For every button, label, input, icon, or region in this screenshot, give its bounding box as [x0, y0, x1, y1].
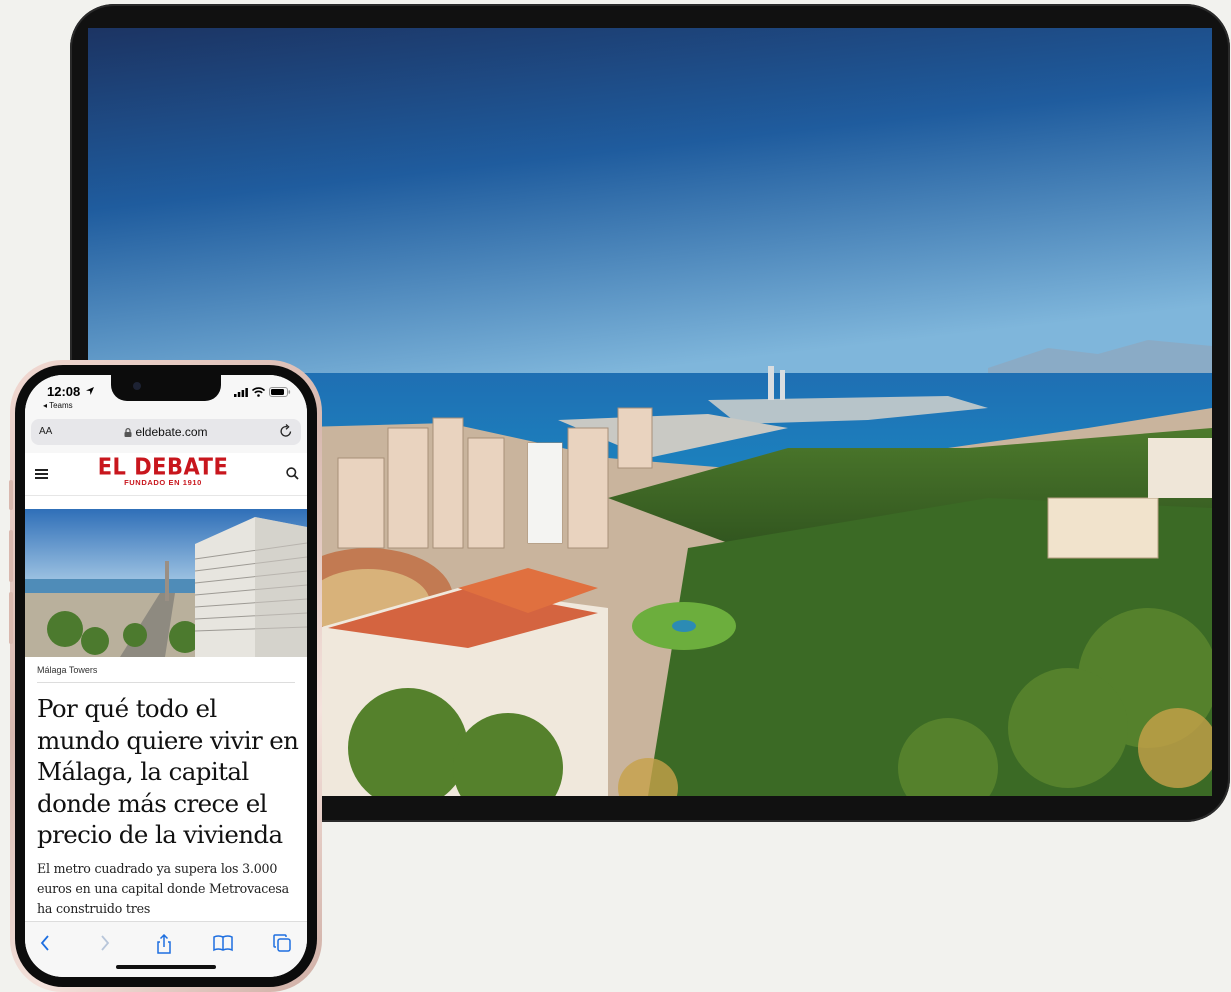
hamburger-menu-icon[interactable]: [35, 469, 48, 479]
battery-icon: [269, 387, 291, 397]
url-display[interactable]: eldebate.com: [31, 425, 301, 439]
volume-up-button: [9, 530, 13, 582]
system-icons: [234, 387, 291, 397]
back-icon[interactable]: [39, 934, 51, 952]
image-caption: Málaga Towers: [37, 665, 98, 675]
site-logo[interactable]: EL DEBATE FUNDADO EN 1910: [73, 454, 253, 487]
mute-switch: [9, 480, 13, 510]
article-lede: El metro cuadrado ya supera los 3.000 eu…: [37, 861, 289, 916]
phone-device: 12:08 ◂ Teams AA eldebate.com EL DEBATE …: [9, 360, 322, 992]
share-icon[interactable]: [155, 934, 173, 954]
lock-icon: [124, 428, 132, 437]
wifi-icon: [252, 387, 265, 397]
bookmarks-icon[interactable]: [213, 934, 233, 952]
status-time: 12:08: [47, 384, 81, 399]
phone-screen: 12:08 ◂ Teams AA eldebate.com EL DEBATE …: [25, 375, 307, 977]
front-camera: [133, 382, 141, 390]
url-text: eldebate.com: [135, 425, 208, 439]
reload-icon[interactable]: [279, 423, 293, 439]
forward-icon[interactable]: [99, 934, 111, 952]
volume-down-button: [9, 592, 13, 644]
address-bar[interactable]: AA eldebate.com: [31, 419, 301, 445]
home-indicator[interactable]: [116, 965, 216, 969]
malaga-towers-photo: [25, 509, 307, 657]
tabs-icon[interactable]: [273, 934, 291, 952]
article-headline[interactable]: Por qué todo el mundo quiere vivir en Má…: [37, 693, 299, 851]
article-image[interactable]: [25, 509, 307, 657]
location-arrow-icon: [86, 387, 94, 395]
cellular-signal-icon: [234, 388, 248, 397]
logo-wordmark: EL DEBATE: [97, 454, 229, 480]
search-icon[interactable]: [286, 467, 299, 480]
back-to-app-link[interactable]: ◂ Teams: [43, 401, 73, 410]
caption-divider: [37, 682, 295, 683]
browser-address-area: AA eldebate.com: [25, 415, 307, 454]
site-header: EL DEBATE FUNDADO EN 1910: [25, 453, 307, 496]
phone-bezel: 12:08 ◂ Teams AA eldebate.com EL DEBATE …: [15, 365, 317, 987]
phone-notch: [111, 375, 221, 401]
